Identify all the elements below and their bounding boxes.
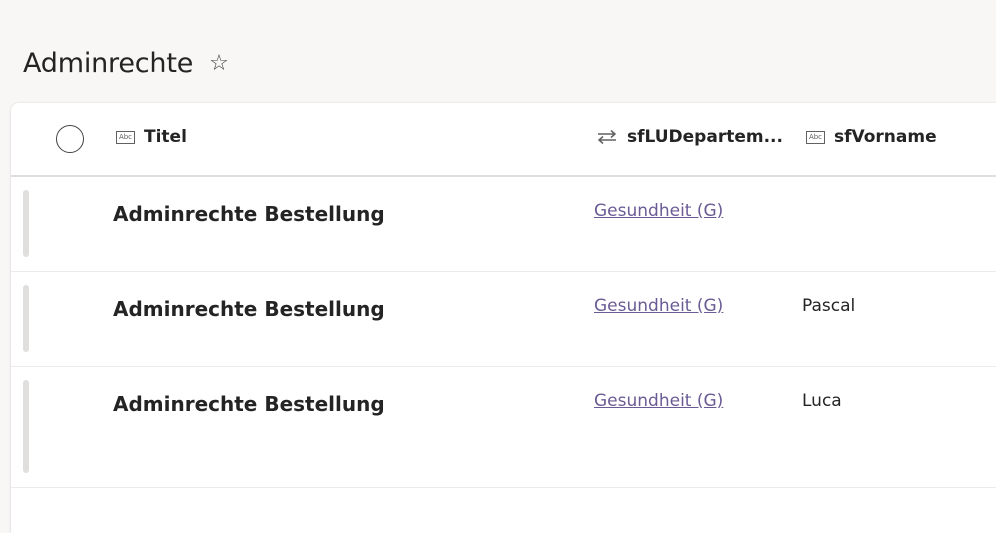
list-row[interactable]: Adminrechte Bestellung Gesundheit (G) Pa… [11, 272, 996, 367]
star-outline-icon[interactable]: ☆ [209, 52, 229, 75]
list-view: Abc Titel sfLUDepartem... Abc sfVorname … [11, 103, 996, 533]
cell-vorname: Pascal [802, 296, 856, 316]
column-header-label: Titel [144, 127, 187, 147]
text-field-icon: Abc [116, 130, 135, 144]
row-selection-handle[interactable] [23, 285, 29, 352]
cell-department-link[interactable]: Gesundheit (G) [594, 296, 723, 316]
select-all-checkbox[interactable] [56, 125, 84, 153]
column-header-label: sfVorname [834, 127, 937, 147]
cell-titel[interactable]: Adminrechte Bestellung [113, 297, 385, 321]
list-row[interactable]: Adminrechte Bestellung Gesundheit (G) [11, 177, 996, 272]
cell-titel[interactable]: Adminrechte Bestellung [113, 202, 385, 226]
cell-vorname: Luca [802, 391, 842, 411]
page-title: Adminrechte [23, 48, 194, 79]
column-header-sfludepartement[interactable]: sfLUDepartem... [596, 127, 783, 147]
list-header-row: Abc Titel sfLUDepartem... Abc sfVorname [11, 103, 996, 177]
text-field-icon: Abc [806, 130, 825, 144]
page-header: Adminrechte ☆ [23, 48, 229, 79]
row-selection-handle[interactable] [23, 380, 29, 473]
cell-department-link[interactable]: Gesundheit (G) [594, 201, 723, 221]
cell-titel[interactable]: Adminrechte Bestellung [113, 392, 385, 416]
column-header-titel[interactable]: Abc Titel [116, 127, 187, 147]
column-header-sfvorname[interactable]: Abc sfVorname [806, 127, 937, 147]
column-header-label: sfLUDepartem... [627, 127, 783, 147]
row-selection-handle[interactable] [23, 190, 29, 257]
lookup-arrows-icon [597, 129, 617, 145]
cell-department-link[interactable]: Gesundheit (G) [594, 391, 723, 411]
list-row[interactable]: Adminrechte Bestellung Gesundheit (G) Lu… [11, 367, 996, 488]
